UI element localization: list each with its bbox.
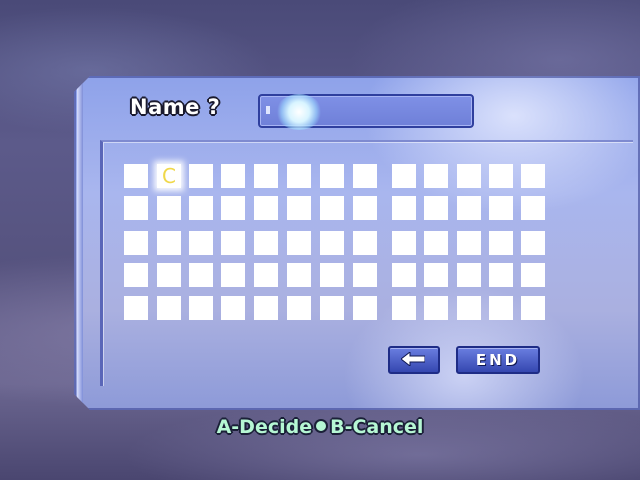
character-cell[interactable]: [320, 263, 344, 287]
character-cell[interactable]: [157, 263, 181, 287]
character-cell[interactable]: [157, 196, 181, 220]
character-cell[interactable]: [189, 263, 213, 287]
character-cell[interactable]: [221, 263, 245, 287]
name-entry-window: Name ? C END: [74, 76, 640, 410]
character-cell[interactable]: [254, 231, 278, 255]
character-cell[interactable]: [189, 231, 213, 255]
controls-hint: A-Decide B-Cancel: [0, 416, 640, 438]
character-cell[interactable]: [521, 231, 545, 255]
character-cell[interactable]: [392, 164, 416, 188]
character-cell[interactable]: [287, 196, 311, 220]
character-cell[interactable]: [424, 231, 448, 255]
name-entry-screen: Name ? C END A-Decide B-Cancel: [0, 0, 640, 480]
character-cell[interactable]: [424, 196, 448, 220]
character-cell[interactable]: [457, 196, 481, 220]
character-cell[interactable]: [124, 296, 148, 320]
character-cell[interactable]: [320, 231, 344, 255]
character-cell[interactable]: [489, 231, 513, 255]
character-cell[interactable]: [521, 296, 545, 320]
character-cell[interactable]: [392, 196, 416, 220]
character-cell[interactable]: [124, 231, 148, 255]
character-cell[interactable]: [392, 231, 416, 255]
text-caret: [266, 106, 270, 114]
decide-hint: A-Decide: [216, 416, 313, 438]
character-cell[interactable]: [124, 164, 148, 188]
character-cell[interactable]: [424, 164, 448, 188]
left-arrow-icon: [401, 352, 425, 366]
character-cell[interactable]: [320, 196, 344, 220]
character-cell[interactable]: [521, 263, 545, 287]
character-cell[interactable]: [254, 296, 278, 320]
character-cell[interactable]: [521, 164, 545, 188]
character-cell[interactable]: [287, 164, 311, 188]
backspace-button[interactable]: [388, 346, 440, 374]
character-cell[interactable]: [287, 296, 311, 320]
separator-dot-icon: [316, 421, 327, 431]
character-cell[interactable]: [353, 263, 377, 287]
character-cell[interactable]: [457, 296, 481, 320]
character-cell[interactable]: [157, 231, 181, 255]
character-cell[interactable]: [489, 196, 513, 220]
character-cell[interactable]: [124, 196, 148, 220]
character-cell[interactable]: [287, 263, 311, 287]
character-cell[interactable]: [353, 231, 377, 255]
character-cell[interactable]: [457, 164, 481, 188]
name-input-field[interactable]: [258, 94, 474, 128]
character-cell[interactable]: [254, 164, 278, 188]
cursor-glow-icon: [276, 94, 322, 130]
character-cell[interactable]: [157, 296, 181, 320]
character-cell[interactable]: [254, 263, 278, 287]
end-button[interactable]: END: [456, 346, 540, 374]
character-cell[interactable]: [189, 164, 213, 188]
character-cell[interactable]: [353, 196, 377, 220]
character-cell[interactable]: [221, 196, 245, 220]
character-cell[interactable]: [254, 196, 278, 220]
character-cell[interactable]: [489, 263, 513, 287]
character-cell[interactable]: [457, 231, 481, 255]
character-cell[interactable]: [521, 196, 545, 220]
character-cell[interactable]: [424, 263, 448, 287]
character-cell[interactable]: [392, 263, 416, 287]
character-cell[interactable]: [221, 296, 245, 320]
character-cell[interactable]: [489, 164, 513, 188]
character-cell[interactable]: [189, 296, 213, 320]
character-cell[interactable]: [124, 263, 148, 287]
character-cell[interactable]: [489, 296, 513, 320]
character-cell[interactable]: [221, 231, 245, 255]
character-cell[interactable]: [221, 164, 245, 188]
character-cell[interactable]: [287, 231, 311, 255]
cancel-hint: B-Cancel: [330, 416, 424, 438]
character-cell-selected[interactable]: C: [157, 164, 181, 188]
name-prompt-label: Name ?: [130, 95, 221, 119]
character-cell[interactable]: [424, 296, 448, 320]
character-cell[interactable]: [353, 164, 377, 188]
character-cell[interactable]: [457, 263, 481, 287]
character-cell[interactable]: [320, 164, 344, 188]
character-cell[interactable]: [392, 296, 416, 320]
character-cell[interactable]: [353, 296, 377, 320]
character-cell[interactable]: [189, 196, 213, 220]
character-cell[interactable]: [320, 296, 344, 320]
